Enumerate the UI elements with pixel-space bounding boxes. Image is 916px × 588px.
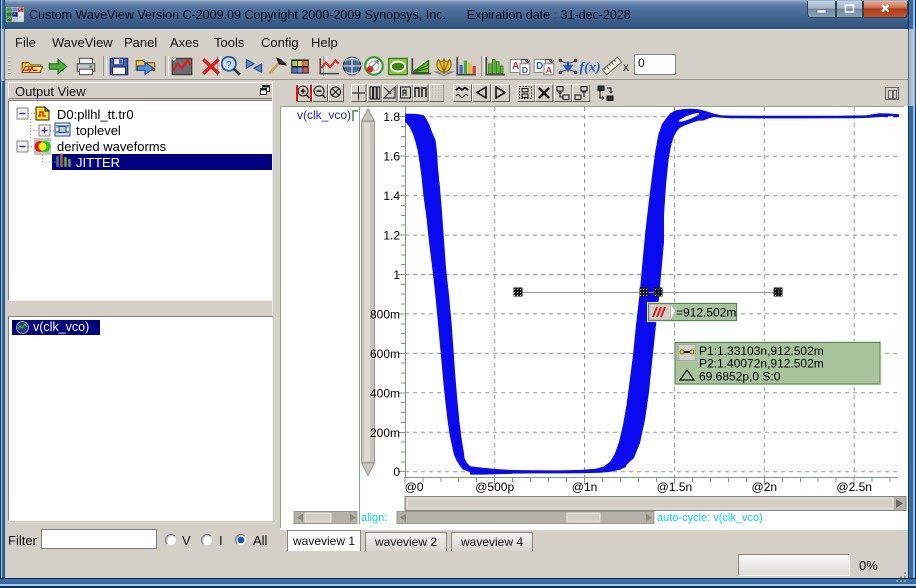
svg-text:D: D	[522, 65, 528, 75]
svg-text:@1.5n: @1.5n	[657, 480, 693, 494]
svg-text:1.8: 1.8	[383, 110, 400, 124]
svg-text:69.6852p,0 S:0: 69.6852p,0 S:0	[699, 370, 781, 384]
svg-text:A: A	[512, 61, 519, 72]
svg-text:1.4: 1.4	[383, 189, 400, 203]
svg-text:200m: 200m	[370, 426, 400, 440]
svg-text:align:: align:	[361, 512, 387, 524]
svg-text:@500p: @500p	[475, 480, 514, 494]
svg-text:600m: 600m	[370, 347, 400, 361]
svg-text:P2:1.40072n,912.502m: P2:1.40072n,912.502m	[699, 357, 824, 371]
svg-text:?: ?	[226, 60, 232, 71]
svg-text:=912.502m: =912.502m	[676, 306, 736, 320]
svg-text:0: 0	[393, 465, 400, 479]
svg-text:1: 1	[393, 268, 400, 282]
svg-text:800m: 800m	[370, 307, 400, 321]
svg-text:400m: 400m	[370, 386, 400, 400]
svg-text:auto-cycle: v(clk_vco): auto-cycle: v(clk_vco)	[657, 512, 763, 524]
svg-text:@2.5n: @2.5n	[836, 480, 872, 494]
svg-text:@0: @0	[405, 480, 424, 494]
svg-text:f(x): f(x)	[579, 59, 600, 75]
svg-text:1.2: 1.2	[383, 229, 400, 243]
svg-text:A: A	[545, 65, 552, 75]
svg-text:1.6: 1.6	[383, 150, 400, 164]
svg-text:D: D	[536, 61, 543, 72]
svg-text:@2n: @2n	[752, 480, 778, 494]
svg-text:@1n: @1n	[572, 480, 598, 494]
